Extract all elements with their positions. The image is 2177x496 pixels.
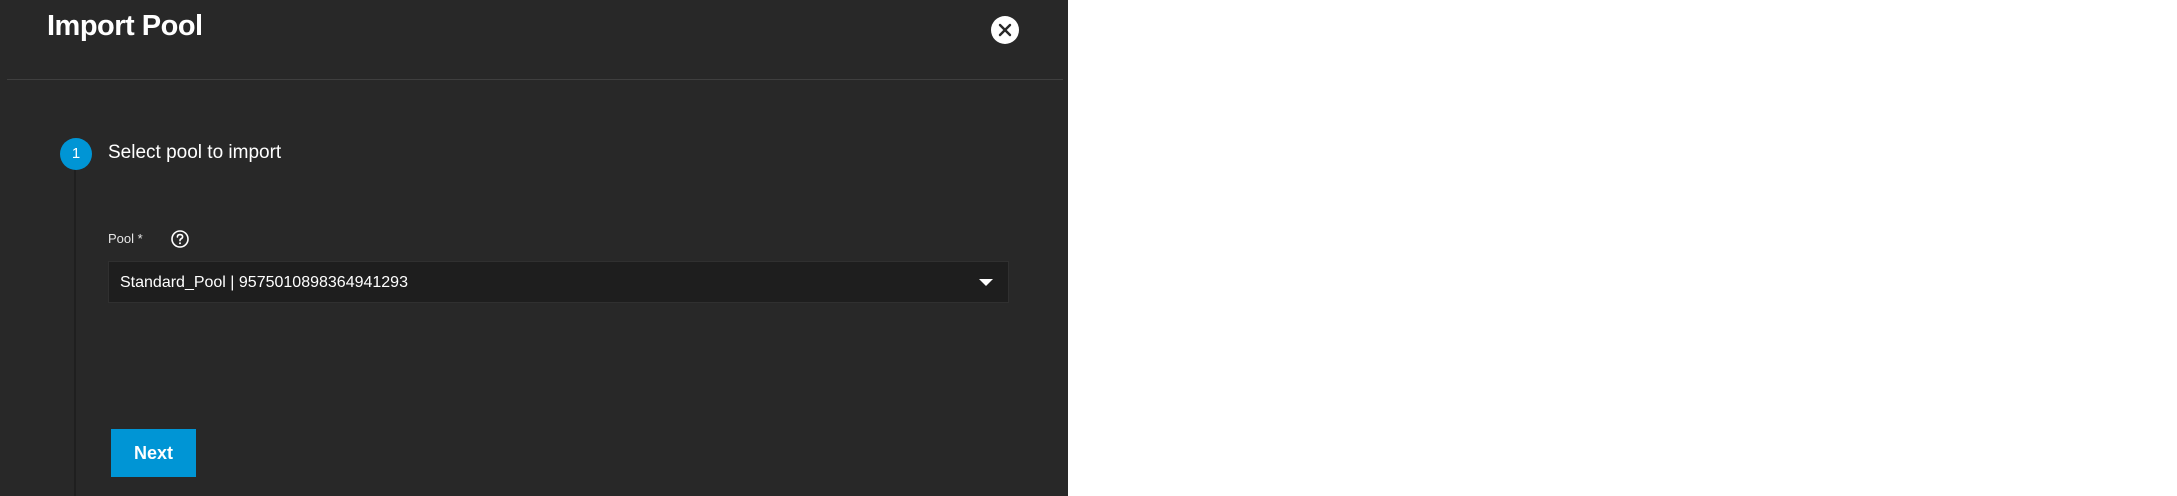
- pool-field-label: Pool *: [108, 231, 143, 246]
- pool-select-value: Standard_Pool | 9575010898364941293: [120, 274, 408, 291]
- caret-down-icon: [979, 279, 993, 286]
- dialog-header: Import Pool: [0, 0, 1068, 79]
- pool-select[interactable]: Standard_Pool | 9575010898364941293: [108, 261, 1009, 303]
- stepper-line: [74, 169, 76, 496]
- dialog-title: Import Pool: [47, 10, 203, 42]
- next-button[interactable]: Next: [111, 429, 196, 477]
- close-icon: [998, 23, 1012, 37]
- header-divider: [7, 79, 1063, 80]
- close-button[interactable]: [991, 16, 1019, 44]
- help-circle-icon[interactable]: [170, 229, 190, 249]
- import-pool-dialog: Import Pool 1 Select pool to import Pool…: [0, 0, 1068, 496]
- step-number-badge: 1: [60, 138, 92, 170]
- step-label: Select pool to import: [108, 142, 282, 163]
